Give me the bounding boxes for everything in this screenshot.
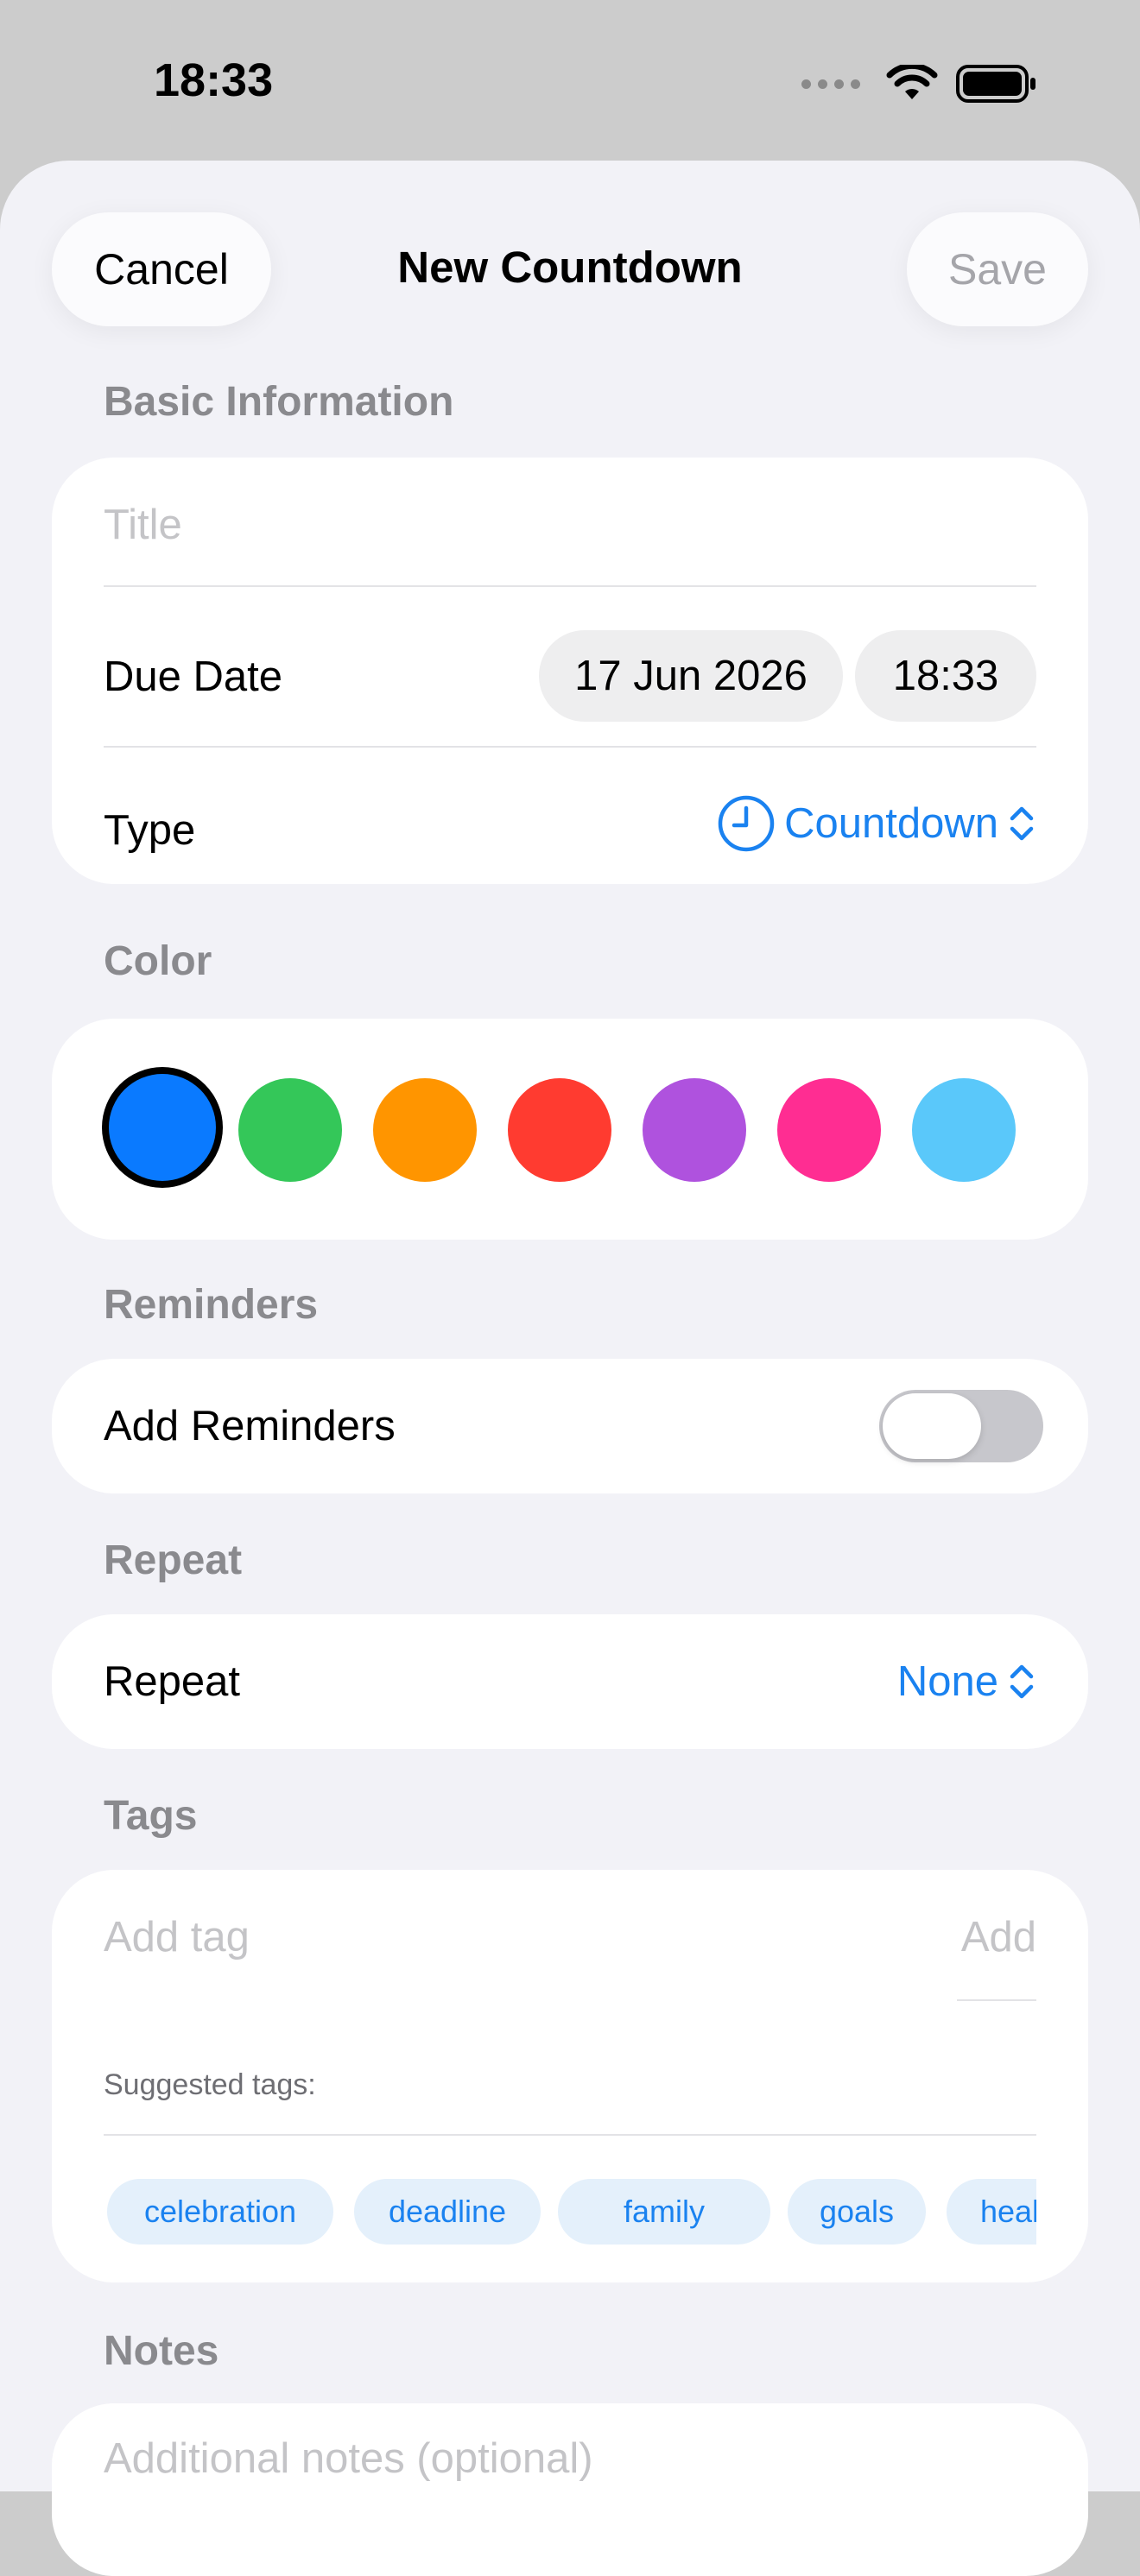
color-swatch[interactable] [912,1078,1016,1182]
basic-info-card: Title Due Date 17 Jun 2026 18:33 Type Co… [52,458,1088,884]
color-card [52,1019,1088,1240]
repeat-label: Repeat [104,1658,241,1705]
status-time: 18:33 [154,54,274,106]
suggested-tag-chip[interactable]: health [947,2179,1036,2245]
suggested-tag-chip[interactable]: goals [788,2179,926,2245]
suggested-tags-scroller[interactable]: celebration deadline family goals health [104,1870,1036,2282]
color-swatch[interactable] [109,1074,216,1181]
section-header-color: Color [104,938,212,984]
divider [104,585,1036,587]
section-header-basic-info: Basic Information [104,379,454,425]
save-button[interactable]: Save [907,212,1088,326]
title-input[interactable]: Title [104,501,182,549]
divider [104,746,1036,748]
color-swatch[interactable] [508,1078,611,1182]
tags-card: Add tag Add Suggested tags: celebration d… [52,1870,1088,2282]
section-header-tags: Tags [104,1793,198,1839]
section-header-notes: Notes [104,2328,219,2374]
section-header-reminders: Reminders [104,1282,319,1328]
color-swatch[interactable] [373,1078,477,1182]
suggested-tag-chip[interactable]: deadline [354,2179,541,2245]
signal-icon [801,79,860,89]
date-picker[interactable]: 17 Jun 2026 [539,630,843,722]
section-header-repeat: Repeat [104,1537,243,1583]
wifi-icon [886,65,938,99]
toggle-knob [883,1393,981,1459]
chevron-up-down-icon [1010,1664,1034,1699]
repeat-picker[interactable]: None [897,1657,1036,1706]
status-bar: 18:33 [0,0,1140,164]
status-icons [801,62,1038,105]
due-date-label: Due Date [104,653,283,700]
time-picker[interactable]: 18:33 [855,630,1036,722]
new-countdown-sheet: Cancel New Countdown Save Basic Informat… [0,161,1140,2576]
battery-icon [956,65,1036,103]
chevron-up-down-icon [1010,806,1034,841]
type-label: Type [104,807,196,854]
notes-card: Additional notes (optional) [52,2403,1088,2576]
reminders-card: Add Reminders [52,1359,1088,1493]
suggested-tag-chip[interactable]: celebration [107,2179,333,2245]
type-picker[interactable]: Countdown [717,794,1036,853]
add-reminders-label: Add Reminders [104,1403,396,1449]
type-value: Countdown [784,800,998,847]
color-swatch[interactable] [777,1078,881,1182]
color-swatch[interactable] [238,1078,342,1182]
repeat-card: Repeat None [52,1614,1088,1749]
color-swatch[interactable] [643,1078,746,1182]
repeat-value: None [896,1658,998,1705]
suggested-tag-chip[interactable]: family [558,2179,770,2245]
add-reminders-toggle[interactable] [879,1390,1043,1462]
clock-icon [718,795,775,852]
